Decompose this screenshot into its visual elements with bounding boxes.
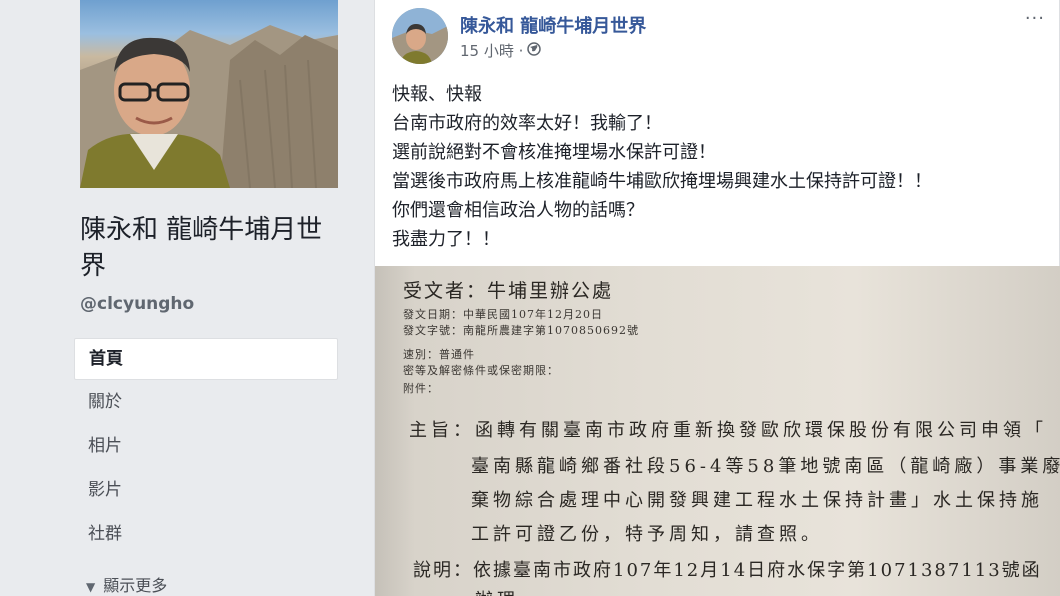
post-card: 陳永和 龍崎牛埔月世界 15 小時 · ··· 快報、快報 台南市政府的效率太好… — [374, 0, 1060, 596]
avatar-image — [392, 8, 448, 64]
nav-item-community[interactable]: 社群 — [74, 512, 338, 556]
post-timestamp[interactable]: 15 小時 · — [460, 40, 523, 61]
show-more-link[interactable]: ▼ 顯示更多 — [86, 572, 167, 596]
doc-subject: 工許可證乙份，特予周知，請查照。 — [471, 524, 823, 545]
globe-icon — [527, 41, 542, 60]
profile-photo[interactable] — [80, 0, 338, 188]
doc-subject: 棄物綜合處理中心開發興建工程水土保持計畫」水土保持施 — [471, 490, 1043, 511]
doc-description: 辦理。 — [475, 586, 541, 596]
post-document-image[interactable]: 受文者：牛埔里辦公處 發文日期：中華民國107年12月20日 發文字號：南龍所農… — [375, 266, 1060, 596]
doc-number: 發文字號：南龍所農建字第1070850692號 — [403, 324, 639, 337]
post-line: 快報、快報 — [392, 84, 482, 105]
post-line: 台南市政府的效率太好！我輸了！ — [392, 113, 662, 134]
post-author[interactable]: 陳永和 龍崎牛埔月世界 — [460, 12, 646, 38]
doc-date: 發文日期：中華民國107年12月20日 — [403, 308, 603, 321]
post-meta: 15 小時 · — [460, 40, 542, 61]
doc-attach: 附件： — [403, 382, 439, 395]
author-avatar[interactable] — [392, 8, 448, 64]
post-line: 選前說絕對不會核准掩埋場水保許可證！ — [392, 142, 716, 163]
doc-secret: 密等及解密條件或保密期限： — [403, 364, 559, 377]
post-line: 你們還會相信政治人物的話嗎？ — [392, 200, 644, 221]
page-handle[interactable]: @clcyungho — [80, 294, 194, 314]
page-sidebar: 陳永和 龍崎牛埔月世界 @clcyungho 首頁 關於 相片 影片 社群 ▼ 顯… — [0, 0, 352, 596]
post-line: 我盡力了！！ — [392, 229, 500, 250]
nav-item-about[interactable]: 關於 — [74, 380, 338, 424]
post-text: 快報、快報 台南市政府的效率太好！我輸了！ 選前說絕對不會核准掩埋場水保許可證！… — [392, 80, 1052, 254]
doc-recipient: 受文者：牛埔里辦公處 — [403, 280, 614, 302]
doc-description: 說明：依據臺南市政府107年12月14日府水保字第1071387113號函 — [413, 560, 1042, 581]
nav-item-videos[interactable]: 影片 — [74, 468, 338, 512]
nav-item-home[interactable]: 首頁 — [74, 338, 338, 380]
more-options-icon[interactable]: ··· — [1025, 8, 1045, 29]
page-title: 陳永和 龍崎牛埔月世界 — [80, 215, 323, 281]
show-more-label: 顯示更多 — [103, 576, 168, 595]
post-line: 當選後市政府馬上核准龍崎牛埔歐欣掩埋場興建水土保持許可證！！ — [392, 171, 932, 192]
doc-speed: 速別：普通件 — [403, 348, 475, 361]
doc-subject: 臺南縣龍崎鄉番社段56-4等58筆地號南區（龍崎廠）事業廢 — [471, 456, 1060, 477]
doc-subject: 主旨：函轉有關臺南市政府重新換發歐欣環保股份有限公司申領「 — [409, 420, 1047, 441]
nav-item-photos[interactable]: 相片 — [74, 424, 338, 468]
triangle-down-icon: ▼ — [86, 580, 96, 594]
page-nav: 首頁 關於 相片 影片 社群 — [74, 338, 338, 556]
profile-photo-image — [80, 25, 338, 188]
